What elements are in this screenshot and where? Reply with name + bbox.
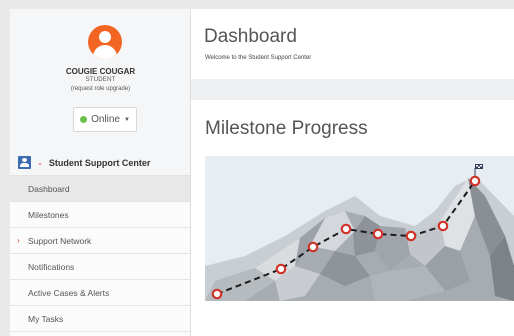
sidebar-item-active-cases[interactable]: Active Cases & Alerts [10,280,190,306]
milestone-marker[interactable] [340,223,352,235]
milestone-marker[interactable] [372,228,384,240]
sidebar-item-notifications[interactable]: Notifications [10,254,190,280]
milestone-marker[interactable] [469,175,481,187]
sidebar-item-label: Notifications [28,261,75,272]
request-role-upgrade-link[interactable]: (request role upgrade) [10,86,190,92]
sidebar-item-label: Active Cases & Alerts [28,287,110,298]
milestone-marker[interactable] [405,230,417,242]
sidebar-item-my-tasks[interactable]: My Tasks [10,306,190,332]
milestone-marker[interactable] [275,263,287,275]
page-title: Dashboard [204,26,297,47]
user-name: COUGIE COUGAR [65,67,136,76]
caret-down-icon: ▼ [123,116,130,123]
sidebar-item-dashboard[interactable]: Dashboard [10,176,190,202]
sidebar-item-support-network[interactable]: › Support Network [10,228,190,254]
sidebar-item-label: My Tasks [28,313,64,324]
status-dropdown[interactable]: Online ▼ [73,107,137,132]
id-card-icon [18,156,31,169]
sidebar-item-label: Support Network [28,235,92,246]
milestone-marker[interactable] [437,220,449,232]
online-status-icon [80,116,88,123]
sidebar: COUGIE COUGAR STUDENT (request role upgr… [10,9,191,336]
main-content: Dashboard Welcome to the Student Support… [191,9,514,336]
chevron-right-icon: › [17,236,20,245]
status-label: Online [91,114,120,125]
page-header: Dashboard Welcome to the Student Support… [191,9,514,79]
milestone-progress-title: Milestone Progress [205,118,368,139]
section-title: Student Support Center [48,157,151,168]
page-subtitle: Welcome to the Student Support Center [205,55,312,61]
mountain-illustration [205,164,514,301]
sidebar-item-milestones[interactable]: Milestones [10,202,190,228]
milestone-progress-chart [205,156,514,301]
milestone-marker[interactable] [211,288,223,300]
sidebar-nav: Dashboard Milestones › Support Network N… [10,176,190,332]
sidebar-item-label: Milestones [28,209,69,220]
student-support-center-section[interactable]: ⌄ Student Support Center [10,150,190,175]
milestone-marker[interactable] [307,241,319,253]
sidebar-item-label: Dashboard [28,183,70,194]
header-divider-band [191,79,514,100]
chevron-down-icon: ⌄ [37,159,43,167]
user-role: STUDENT [85,77,116,83]
avatar-icon[interactable] [88,25,122,59]
